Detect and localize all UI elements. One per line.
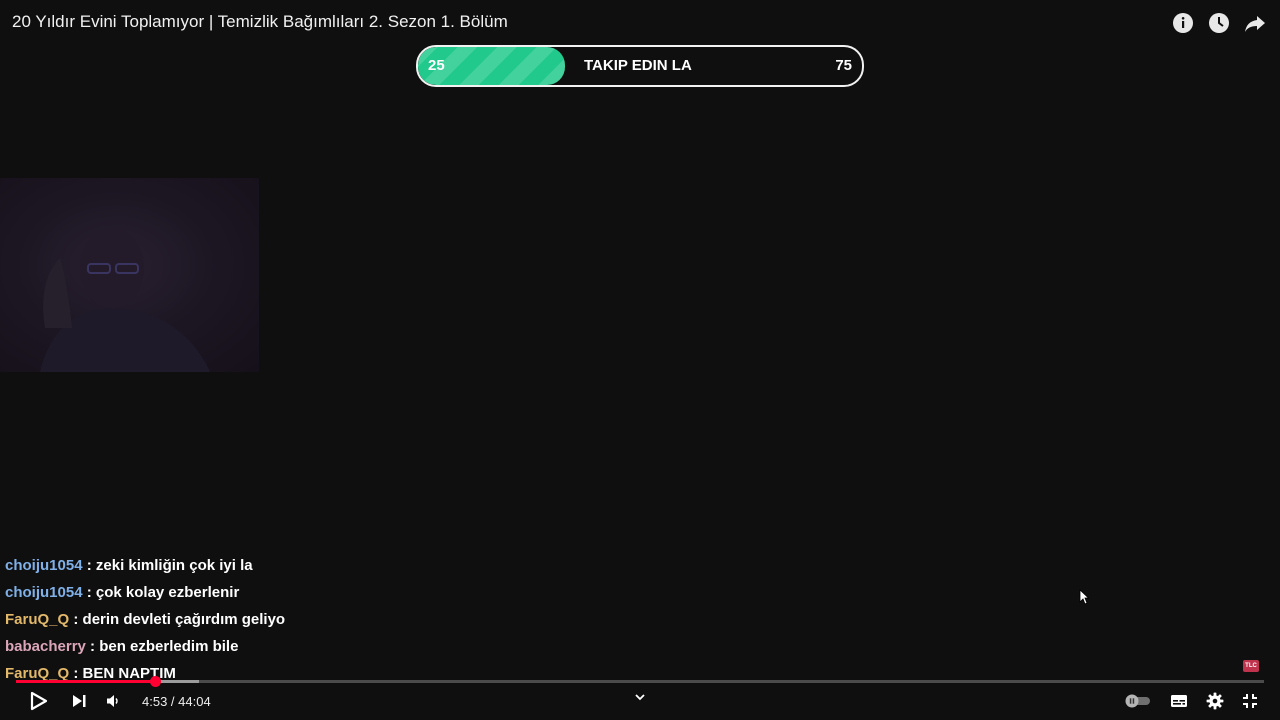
chat-text: ben ezberledim bile [99,638,239,655]
skip-next-icon [73,695,86,707]
chat-text: çok kolay ezberlenir [95,584,240,601]
goal-start-value: 25 [428,57,445,74]
chat-message: FaruQ_Q : BEN NAPTIM [5,664,605,691]
chat-message: FaruQ_Q : derin devleti çağırdım geliyo [5,610,605,637]
next-button[interactable] [66,688,92,714]
volume-button[interactable] [100,688,126,714]
chat-username: FaruQ_Q [5,611,70,628]
chat-username: babacherry [5,638,86,655]
chevron-down-icon[interactable] [633,692,647,702]
chat-separator: : [69,611,83,628]
autoplay-toggle[interactable] [1124,694,1152,708]
share-arrow-icon[interactable] [1244,12,1266,34]
exit-fullscreen-icon [1243,694,1257,708]
play-button[interactable] [26,688,52,714]
chat-text: derin devleti çağırdım geliyo [82,611,286,628]
mouse-cursor-icon [1079,589,1090,610]
exit-fullscreen-button[interactable] [1242,693,1258,709]
current-time: 4:53 [142,693,168,709]
autoplay-toggle-icon [1125,694,1150,708]
seek-bar-played [16,680,155,683]
time-display: 4:53 / 44:04 [142,694,211,709]
top-right-actions [1172,12,1266,34]
settings-button[interactable] [1206,692,1224,710]
subtitles-button[interactable] [1170,694,1188,708]
goal-target-value: 75 [835,57,852,74]
gear-icon [1206,692,1224,710]
player-controls-right [1124,688,1258,714]
chat-message: choiju1054 : zeki kimliğin çok iyi la [5,556,605,583]
chat-message: babacherry : ben ezberledim bile [5,637,605,664]
player-controls-left: 4:53 / 44:04 [26,688,211,714]
watch-later-clock-icon[interactable] [1208,12,1230,34]
seek-bar-scrubber[interactable] [149,676,161,687]
seek-bar[interactable] [16,676,1264,687]
duration: 44:04 [178,693,211,709]
chat-username: choiju1054 [5,584,83,601]
video-player[interactable]: 20 Yıldır Evini Toplamıyor | Temizlik Ba… [0,0,1280,720]
chat-username: choiju1054 [5,557,83,574]
play-icon [30,691,48,711]
subtitles-icon [1171,695,1187,707]
volume-icon [107,695,118,707]
chat-separator: : [82,584,96,601]
chat-text: zeki kimliğin çok iyi la [95,557,253,574]
info-icon[interactable] [1172,12,1194,34]
follower-goal-bar: 25 TAKIP EDIN LA 75 [416,45,864,87]
streamer-webcam [0,178,259,372]
time-separator: / [167,693,179,709]
channel-watermark-logo: TLC [1243,660,1259,672]
chat-separator: : [85,638,100,655]
chat-separator: : [82,557,96,574]
chat-message: choiju1054 : çok kolay ezberlenir [5,583,605,610]
chat-overlay: choiju1054 : zeki kimliğin çok iyi la cho… [5,556,605,691]
goal-label: TAKIP EDIN LA [584,57,692,74]
video-title[interactable]: 20 Yıldır Evini Toplamıyor | Temizlik Ba… [12,12,508,32]
